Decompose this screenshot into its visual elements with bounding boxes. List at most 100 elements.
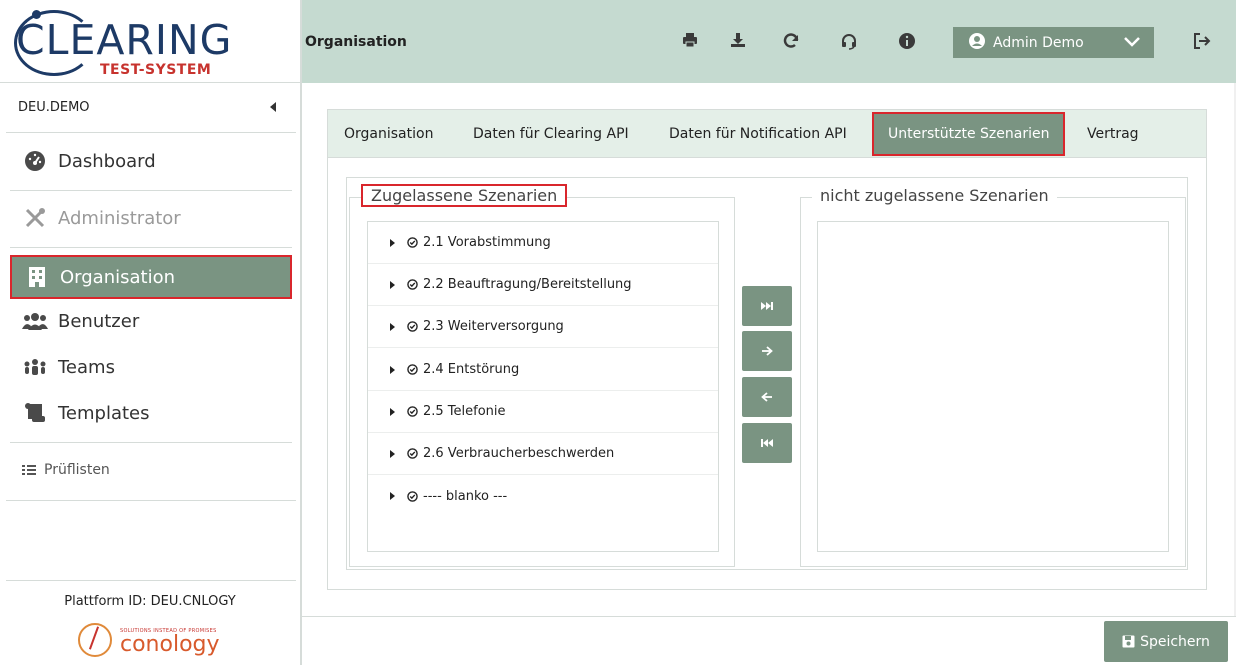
scenario-editor: Zugelassene Szenarien 2.1 Vorabstimmung …	[346, 177, 1188, 570]
chevron-down-icon	[1124, 35, 1140, 51]
brand-logo[interactable]: CLEARING TEST-SYSTEM	[0, 0, 300, 83]
check-circle-icon	[407, 406, 423, 417]
divider	[6, 500, 296, 501]
divider	[6, 132, 296, 133]
check-circle-icon	[407, 490, 423, 502]
scenario-label: 2.5 Telefonie	[423, 404, 506, 419]
scenario-label: 2.1 Vorabstimmung	[423, 235, 551, 250]
expand-caret-icon[interactable]	[390, 407, 395, 416]
not-allowed-scenarios-legend: nicht zugelassene Szenarien	[812, 186, 1057, 205]
divider	[6, 580, 296, 581]
check-circle-icon	[407, 237, 423, 248]
tab-vertrag[interactable]: Vertrag	[1073, 110, 1153, 157]
list-item[interactable]: 2.5 Telefonie	[368, 391, 718, 433]
sidebar-item-label: Benutzer	[58, 310, 140, 332]
move-right-button[interactable]	[742, 331, 792, 371]
scenario-label: 2.4 Entstörung	[423, 362, 520, 377]
check-circle-icon	[407, 364, 423, 375]
allowed-scenarios-legend: Zugelassene Szenarien	[361, 184, 568, 207]
user-name: Admin Demo	[993, 34, 1084, 51]
check-circle-icon	[407, 448, 423, 459]
logout-icon[interactable]	[1193, 32, 1211, 50]
move-all-right-icon	[760, 301, 774, 311]
user-menu-button[interactable]: Admin Demo	[953, 27, 1154, 58]
tools-icon	[22, 207, 48, 229]
logo-subtitle: TEST-SYSTEM	[100, 62, 212, 78]
page-title: Organisation	[305, 34, 407, 50]
users-icon	[22, 311, 48, 331]
expand-caret-icon[interactable]	[390, 280, 395, 289]
list-item[interactable]: 2.4 Entstörung	[368, 349, 718, 391]
allowed-scenarios-list[interactable]: 2.1 Vorabstimmung 2.2 Beauftragung/Berei…	[367, 221, 719, 552]
list-icon	[22, 464, 36, 476]
save-label: Speichern	[1140, 633, 1210, 650]
move-right-icon	[761, 346, 773, 356]
sidebar-item-label: Organisation	[60, 266, 176, 288]
check-circle-icon	[407, 321, 423, 332]
check-circle-icon	[407, 279, 423, 290]
divider	[10, 247, 292, 248]
headset-icon[interactable]	[840, 32, 858, 50]
move-all-right-button[interactable]	[742, 286, 792, 326]
team-icon	[22, 358, 48, 376]
expand-caret-icon[interactable]	[390, 322, 395, 331]
info-icon[interactable]	[898, 32, 916, 50]
compass-icon	[78, 623, 112, 657]
tab-organisation[interactable]: Organisation	[330, 110, 447, 157]
scenario-label: ---- blanko ---	[423, 488, 508, 504]
expand-caret-icon[interactable]	[390, 449, 395, 458]
gauge-icon	[22, 150, 48, 172]
scenario-label: 2.6 Verbraucherbeschwerden	[423, 446, 615, 461]
sidebar-item-label: Dashboard	[58, 150, 156, 172]
vendor-logo: SOLUTIONS INSTEAD OF PROMISES conology	[78, 622, 228, 660]
refresh-icon[interactable]	[782, 32, 800, 50]
user-circle-icon	[969, 32, 985, 53]
list-item[interactable]: 2.2 Beauftragung/Bereitstellung	[368, 264, 718, 306]
tab-notification-api[interactable]: Daten für Notification API	[655, 110, 861, 157]
expand-caret-icon[interactable]	[390, 492, 395, 500]
tab-bar: Organisation Daten für Clearing API Date…	[328, 110, 1206, 158]
not-allowed-scenarios-list[interactable]	[817, 221, 1169, 552]
sidebar-item-label: Prüflisten	[44, 462, 110, 478]
sidebar-item-administrator[interactable]: Administrator	[10, 196, 292, 240]
sidebar-item-teams[interactable]: Teams	[10, 345, 292, 389]
org-code: DEU.DEMO	[18, 100, 90, 115]
sidebar-item-label: Teams	[58, 356, 115, 378]
org-switcher[interactable]: DEU.DEMO	[18, 100, 280, 118]
list-item[interactable]: 2.6 Verbraucherbeschwerden	[368, 433, 718, 475]
tab-supported-scenarios[interactable]: Unterstützte Szenarien	[872, 112, 1066, 156]
divider	[10, 190, 292, 191]
footer-bar: Speichern	[302, 616, 1236, 665]
sidebar: CLEARING TEST-SYSTEM DEU.DEMO Dashboard …	[0, 0, 302, 665]
logo-text: CLEARING	[16, 16, 233, 64]
platform-id: Plattform ID: DEU.CNLOGY	[64, 594, 236, 609]
move-left-button[interactable]	[742, 377, 792, 417]
scroll-icon	[22, 403, 48, 423]
tab-clearing-api[interactable]: Daten für Clearing API	[459, 110, 643, 157]
expand-caret-icon[interactable]	[390, 238, 395, 247]
sidebar-item-label: Templates	[58, 402, 150, 424]
move-left-icon	[761, 392, 773, 402]
building-icon	[24, 266, 50, 288]
vendor-name: conology	[120, 632, 220, 657]
divider	[10, 442, 292, 443]
expand-caret-icon[interactable]	[390, 365, 395, 374]
move-all-left-button[interactable]	[742, 423, 792, 463]
print-icon[interactable]	[682, 32, 700, 50]
scenario-label: 2.3 Weiterversorgung	[423, 319, 564, 334]
save-button[interactable]: Speichern	[1104, 621, 1228, 662]
list-item[interactable]: ---- blanko ---	[368, 475, 718, 517]
download-icon[interactable]	[730, 32, 748, 50]
sidebar-item-templates[interactable]: Templates	[10, 391, 292, 435]
sidebar-item-label: Administrator	[58, 207, 181, 229]
scenario-label: 2.2 Beauftragung/Bereitstellung	[423, 277, 632, 292]
collapse-caret-icon[interactable]	[270, 102, 276, 112]
sidebar-item-dashboard[interactable]: Dashboard	[10, 139, 292, 183]
sidebar-item-benutzer[interactable]: Benutzer	[10, 299, 292, 343]
sidebar-item-pruflisten[interactable]: Prüflisten	[22, 462, 110, 478]
sidebar-item-organisation[interactable]: Organisation	[10, 255, 292, 299]
list-item[interactable]: 2.3 Weiterversorgung	[368, 306, 718, 348]
top-header: Organisation Admin Demo	[302, 0, 1236, 83]
list-item[interactable]: 2.1 Vorabstimmung	[368, 222, 718, 264]
move-all-left-icon	[760, 438, 774, 448]
